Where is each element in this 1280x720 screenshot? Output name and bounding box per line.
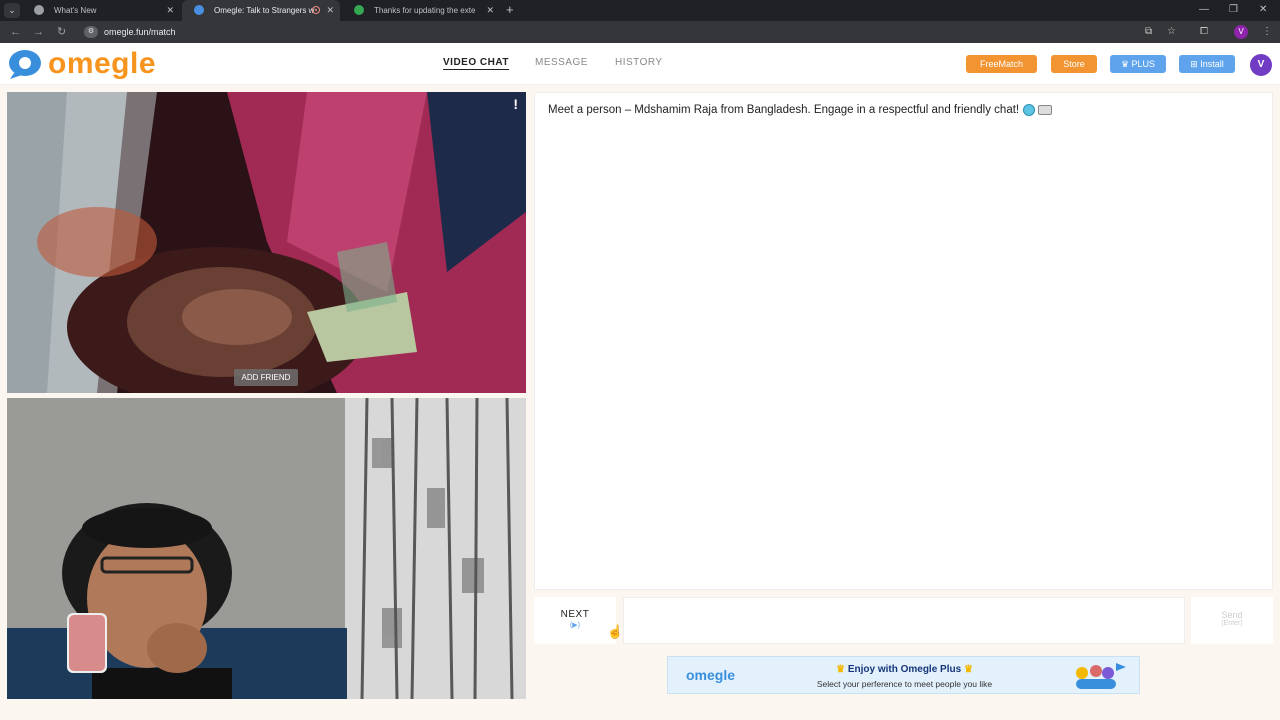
reload-icon[interactable]: ↻ [57,25,66,39]
install-button[interactable]: ⊞ Install [1179,55,1235,73]
nav-video-chat[interactable]: VIDEO CHAT [443,57,509,70]
address-bar[interactable]: ⚙ omegle.fun/match [80,23,1130,41]
hand-cursor-icon: ☝ [607,624,624,639]
chat-log: Meet a person – Mdshamim Raja from Bangl… [534,92,1273,590]
install-icon: ⊞ [1190,59,1201,69]
forward-icon[interactable]: → [33,25,44,39]
close-window-icon[interactable]: ✕ [1259,0,1267,20]
logo-text: omegle [48,47,157,80]
url-text[interactable]: omegle.fun/match [104,23,176,41]
message-input[interactable] [623,597,1185,644]
report-icon[interactable]: ! [513,96,518,112]
banner-title-text: Enjoy with Omegle Plus [847,664,962,675]
back-icon[interactable]: ← [10,25,21,39]
nav-message[interactable]: MESSAGE [535,57,588,68]
site-info-icon[interactable]: ⚙ [84,26,98,38]
crown-icon: ♛ [1120,59,1132,69]
send-hint: (Enter) [1221,620,1243,627]
close-tab-icon[interactable]: ✕ [166,0,174,21]
user-avatar[interactable]: V [1250,54,1272,76]
minimize-icon[interactable]: — [1199,0,1209,20]
shield-icon [354,5,364,15]
restore-icon[interactable]: ❐ [1229,0,1238,20]
next-hint: (▶) [569,622,581,629]
nav-history[interactable]: HISTORY [615,57,663,68]
glasses-emoji-icon [1038,105,1053,115]
next-button[interactable]: NEXT (▶) [534,597,616,644]
self-video-frame [7,398,526,699]
browser-tab-strip: ⌄ What's New ✕ Omegle: Talk to Strangers… [0,0,1280,21]
system-message: Meet a person – Mdshamim Raja from Bangl… [548,104,1053,117]
plus-people-illustration [1076,663,1126,689]
plus-label: PLUS [1131,59,1156,69]
tab-omegle[interactable]: Omegle: Talk to Strangers w ✕ [182,0,340,21]
omegle-logo-icon [9,50,41,79]
tab-extension-update[interactable]: Thanks for updating the exte ✕ [342,0,500,21]
tab-title: Thanks for updating the exte [374,6,476,15]
omegle-plus-banner[interactable]: omegle ♛ Enjoy with Omegle Plus ♛ Select… [667,656,1140,694]
extensions-icon[interactable]: ⧠ [1200,26,1208,38]
add-friend-button[interactable]: ADD FRIEND [234,369,298,386]
new-tab-icon[interactable]: + [506,0,514,20]
tab-search-button[interactable]: ⌄ [4,3,20,18]
freematch-button[interactable]: FreeMatch [966,55,1037,73]
crown-icon: ♛ [963,664,973,675]
install-app-icon[interactable]: ⧉ [1145,26,1152,38]
browser-toolbar: ← → ↻ ⚙ omegle.fun/match ⧉ ☆ ⧠ V ⋮ [0,21,1280,43]
close-tab-icon[interactable]: ✕ [326,0,334,21]
tab-title: Omegle: Talk to Strangers w [214,6,315,15]
install-label: Install [1200,59,1224,69]
send-button[interactable]: Send (Enter) [1191,597,1273,644]
stranger-video-frame [7,92,526,393]
self-video [7,398,526,699]
omegle-favicon-icon [194,5,204,15]
site-header: omegle VIDEO CHAT MESSAGE HISTORY FreeMa… [0,43,1280,85]
smile-emoji-icon [1023,104,1036,116]
chrome-icon [34,5,44,15]
send-label: Send [1221,610,1243,620]
tab-title: What's New [54,6,97,15]
close-tab-icon[interactable]: ✕ [486,0,494,21]
plus-button[interactable]: ♛ PLUS [1110,55,1166,73]
tab-whats-new[interactable]: What's New ✕ [22,0,180,21]
store-button[interactable]: Store [1051,55,1097,73]
next-label: NEXT [560,609,590,620]
system-message-text: Meet a person – Mdshamim Raja from Bangl… [548,104,1020,117]
recording-icon [312,6,320,14]
stranger-video: ! ADD FRIEND [7,92,526,393]
bookmark-star-icon[interactable]: ☆ [1167,26,1176,38]
menu-dots-icon[interactable]: ⋮ [1262,26,1272,38]
crown-icon: ♛ [836,664,846,675]
browser-profile-avatar[interactable]: V [1234,25,1248,39]
